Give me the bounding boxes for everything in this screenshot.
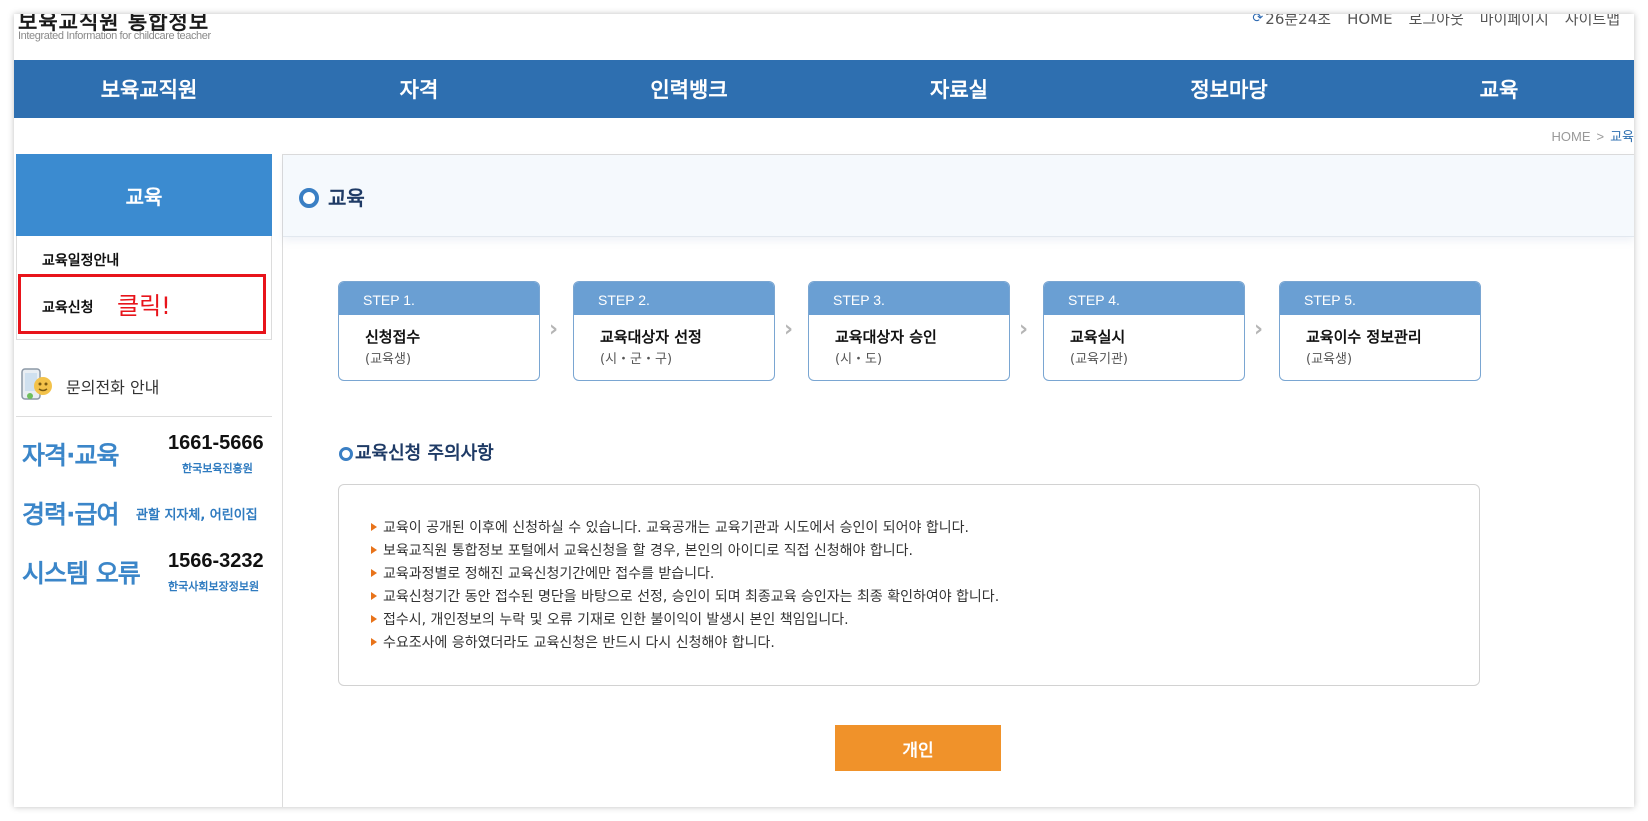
util-link-logout[interactable]: 로그아웃 xyxy=(1409,14,1464,29)
step-card: STEP 3. 교육대상자 승인 (시・도) xyxy=(808,281,1010,381)
list-item: 교육과정별로 정해진 교육신청기간에만 접수를 받습니다. xyxy=(369,563,999,586)
step-actor: (시・군・구) xyxy=(600,352,673,367)
triangle-bullet-icon xyxy=(371,523,377,531)
chevron-right-icon: › xyxy=(1254,317,1264,342)
list-item: 교육신청기간 동안 접수된 명단을 바탕으로 선정, 승인이 되며 최종교육 승… xyxy=(369,586,999,609)
sidebar-title: 교육 xyxy=(16,154,272,236)
step-actor: (교육생) xyxy=(365,352,412,367)
util-link-mypage[interactable]: 마이페이지 xyxy=(1480,14,1549,29)
gnb-item-archive[interactable]: 자료실 xyxy=(824,60,1094,118)
notice-text: 교육신청기간 동안 접수된 명단을 바탕으로 선정, 승인이 되며 최종교육 승… xyxy=(383,589,1000,605)
contact-org-system-error: 한국사회보장정보원 xyxy=(168,580,260,593)
util-link-home[interactable]: HOME xyxy=(1347,14,1393,28)
step-actor: (교육기관) xyxy=(1070,352,1128,367)
step-number: STEP 3. xyxy=(809,282,1009,315)
step-card: STEP 2. 교육대상자 선정 (시・군・구) xyxy=(573,281,775,381)
breadcrumb-home[interactable]: HOME xyxy=(1551,129,1590,144)
session-timer[interactable]: ⟳ 26분24초 xyxy=(1252,14,1331,29)
triangle-bullet-icon xyxy=(371,546,377,554)
session-timer-text: 26분24초 xyxy=(1265,14,1332,28)
notice-text: 교육이 공개된 이후에 신청하실 수 있습니다. 교육공개는 교육기관과 시도에… xyxy=(383,520,969,536)
list-item: 교육이 공개된 이후에 신청하실 수 있습니다. 교육공개는 교육기관과 시도에… xyxy=(369,517,999,540)
step-name: 교육실시 xyxy=(1070,328,1126,346)
notice-text: 수요조사에 응하였더라도 교육신청은 반드시 다시 신청해야 합니다. xyxy=(383,635,775,651)
sidebar-item-education-schedule[interactable]: 교육일정안내 xyxy=(42,250,119,270)
title-bullet-icon xyxy=(299,188,319,208)
step-card: STEP 1. 신청접수 (교육생) xyxy=(338,281,540,381)
contact-label-qualification: 자격·교육 xyxy=(22,441,119,470)
step-number: STEP 4. xyxy=(1044,282,1244,315)
contact-label-system-error: 시스템 오류 xyxy=(22,559,141,588)
breadcrumb: HOME > 교육 xyxy=(1551,126,1634,145)
notice-text: 접수시, 개인정보의 누락 및 오류 기재로 인한 불이익이 발생시 본인 책임… xyxy=(383,612,849,628)
notice-text: 교육과정별로 정해진 교육신청기간에만 접수를 받습니다. xyxy=(383,566,715,582)
step-number: STEP 2. xyxy=(574,282,774,315)
step-name: 신청접수 xyxy=(365,328,421,346)
contact-phone-system-error: 1566-3232 xyxy=(168,550,264,572)
list-item: 보육교직원 통합정보 포털에서 교육신청을 할 경우, 본인의 아이디로 직접 … xyxy=(369,540,999,563)
step-card: STEP 4. 교육실시 (교육기관) xyxy=(1043,281,1245,381)
notice-title: 교육신청 주의사항 xyxy=(355,443,494,464)
notice-bullet-icon xyxy=(339,447,353,461)
browser-viewport: 보육교직원 통합정보 Integrated Information for ch… xyxy=(14,14,1634,807)
page-header: 교육 xyxy=(283,155,1634,237)
utility-links: ⟳ 26분24초 HOME 로그아웃 마이페이지 사이트맵 xyxy=(1252,14,1620,29)
sidebar-item-education-apply[interactable]: 교육신청 xyxy=(42,297,94,317)
notice-list: 교육이 공개된 이후에 신청하실 수 있습니다. 교육공개는 교육기관과 시도에… xyxy=(369,517,999,655)
contact-org-qualification: 한국보육진흥원 xyxy=(182,462,253,475)
triangle-bullet-icon xyxy=(371,638,377,646)
contact-org-career: 관할 지자체, 어린이집 xyxy=(136,508,258,523)
gnb-item-qualification[interactable]: 자격 xyxy=(284,60,554,118)
contact-section-title: 문의전화 안내 xyxy=(66,378,160,397)
util-link-sitemap[interactable]: 사이트맵 xyxy=(1565,14,1620,29)
chevron-right-icon: › xyxy=(549,317,559,342)
phone-contact-icon xyxy=(21,368,52,400)
gnb-item-education[interactable]: 교육 xyxy=(1364,60,1634,118)
step-actor: (시・도) xyxy=(835,352,883,367)
triangle-bullet-icon xyxy=(371,592,377,600)
chevron-right-icon: › xyxy=(784,317,794,342)
breadcrumb-separator: > xyxy=(1596,129,1605,144)
list-item: 수요조사에 응하였더라도 교육신청은 반드시 다시 신청해야 합니다. xyxy=(369,632,999,655)
page-title: 교육 xyxy=(328,186,365,210)
click-annotation: 클릭! xyxy=(117,292,171,320)
contact-label-career: 경력·급여 xyxy=(22,500,119,529)
site-logo-subtitle: Integrated Information for childcare tea… xyxy=(18,30,211,42)
gnb-item-staff[interactable]: 보육교직원 xyxy=(14,60,284,118)
step-number: STEP 5. xyxy=(1280,282,1480,315)
notice-text: 보육교직원 통합정보 포털에서 교육신청을 할 경우, 본인의 아이디로 직접 … xyxy=(383,543,913,559)
step-number: STEP 1. xyxy=(339,282,539,315)
breadcrumb-current[interactable]: 교육 xyxy=(1610,129,1634,144)
step-name: 교육대상자 선정 xyxy=(600,328,702,346)
main-content: 교육 STEP 1. 신청접수 (교육생) › STEP 2. 교육대상자 선정… xyxy=(282,154,1634,807)
notice-box: 교육이 공개된 이후에 신청하실 수 있습니다. 교육공개는 교육기관과 시도에… xyxy=(338,484,1480,686)
step-card: STEP 5. 교육이수 정보관리 (교육생) xyxy=(1279,281,1481,381)
triangle-bullet-icon xyxy=(371,569,377,577)
chevron-right-icon: › xyxy=(1019,317,1029,342)
global-nav: 보육교직원 자격 인력뱅크 자료실 정보마당 교육 xyxy=(14,60,1634,118)
contact-phone-qualification: 1661-5666 xyxy=(168,432,264,454)
triangle-bullet-icon xyxy=(371,615,377,623)
step-name: 교육대상자 승인 xyxy=(835,328,937,346)
step-name: 교육이수 정보관리 xyxy=(1306,328,1422,346)
step-actor: (교육생) xyxy=(1306,352,1353,367)
individual-apply-button[interactable]: 개인 xyxy=(835,725,1001,771)
divider xyxy=(16,416,272,417)
refresh-icon[interactable]: ⟳ xyxy=(1252,14,1263,26)
gnb-item-info[interactable]: 정보마당 xyxy=(1094,60,1364,118)
list-item: 접수시, 개인정보의 누락 및 오류 기재로 인한 불이익이 발생시 본인 책임… xyxy=(369,609,999,632)
gnb-item-talent-bank[interactable]: 인력뱅크 xyxy=(554,60,824,118)
